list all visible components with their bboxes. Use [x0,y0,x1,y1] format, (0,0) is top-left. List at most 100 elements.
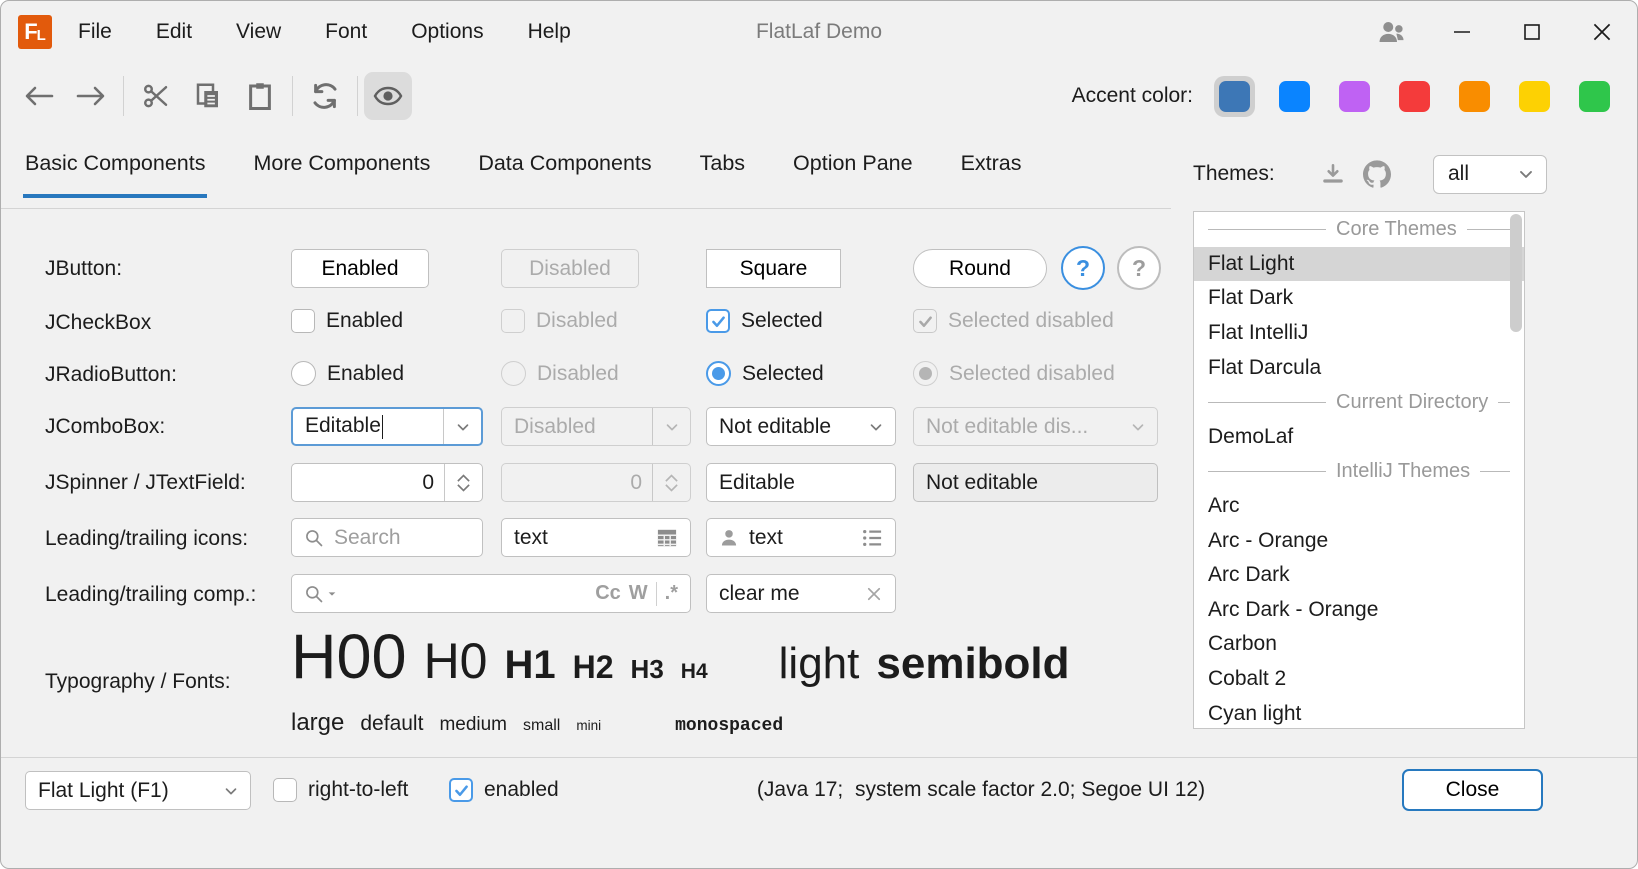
textfield-editable-value[interactable]: Editable [719,471,883,495]
accent-swatch-orange[interactable] [1454,76,1495,117]
accent-swatch-default[interactable] [1214,76,1255,117]
tab-option-pane[interactable]: Option Pane [793,151,913,198]
right-to-left-checkbox[interactable]: right-to-left [273,778,408,802]
theme-item-flat-light[interactable]: Flat Light [1194,247,1524,282]
chevron-down-icon[interactable] [212,772,250,809]
maximize-button[interactable] [1497,1,1567,63]
checkbox-box-checked[interactable] [449,778,473,802]
menu-view[interactable]: View [236,20,281,44]
theme-item-arc-dark-orange[interactable]: Arc Dark - Orange [1194,593,1524,628]
enabled-checkbox[interactable]: enabled [449,778,559,802]
help-button-plain[interactable]: ? [1117,246,1161,290]
spinner-enabled[interactable]: 0 [291,463,483,502]
heading-h1: H1 [505,643,556,688]
clearable-field-value[interactable]: clear me [719,582,855,606]
search-field[interactable]: Search [291,518,483,557]
regex-button[interactable]: .* [665,582,678,605]
radio-circle[interactable] [291,361,316,386]
spinner-value[interactable]: 0 [304,471,434,495]
checkbox-selected[interactable]: Selected [706,309,823,333]
menu-help[interactable]: Help [528,20,571,44]
themes-filter-combobox[interactable]: all [1433,155,1547,194]
spinner-buttons[interactable] [444,464,482,501]
text-field-with-user-icon[interactable]: text [706,518,896,557]
theme-list-scrollbar[interactable] [1510,214,1522,332]
download-icon[interactable] [1311,152,1355,196]
cut-icon[interactable] [130,72,182,120]
tab-data-components[interactable]: Data Components [478,151,651,198]
theme-item-arc[interactable]: Arc [1194,489,1524,524]
list-icon[interactable] [861,528,883,548]
tab-basic-components[interactable]: Basic Components [25,151,205,198]
accent-swatch-yellow[interactable] [1514,76,1555,117]
close-window-button[interactable] [1567,1,1637,63]
toolbar-separator [123,76,124,116]
chevron-down-icon[interactable] [443,409,481,444]
search-with-dropdown-icon[interactable] [304,584,337,604]
jbutton-enabled[interactable]: Enabled [291,249,429,288]
theme-item-carbon[interactable]: Carbon [1194,627,1524,662]
theme-item-demolaf[interactable]: DemoLaf [1194,420,1524,455]
search-field-with-options[interactable]: Cc W .* [291,574,691,613]
radio-circle-checked[interactable] [706,361,731,386]
radio-enabled[interactable]: Enabled [291,361,404,386]
checkbox-box-checked[interactable] [706,309,730,333]
help-button-primary[interactable]: ? [1061,246,1105,290]
whole-word-button[interactable]: W [629,582,648,605]
table-icon[interactable] [656,528,678,548]
tab-tabs[interactable]: Tabs [700,151,745,198]
theme-item-cobalt-2[interactable]: Cobalt 2 [1194,662,1524,697]
theme-item-cyan-light[interactable]: Cyan light [1194,696,1524,729]
combobox-editable-value[interactable]: Editable [293,414,443,438]
checkbox-box[interactable] [273,778,297,802]
tab-extras[interactable]: Extras [961,151,1022,198]
refresh-icon[interactable] [299,72,351,120]
accent-swatch-blue[interactable] [1274,76,1315,117]
menu-font[interactable]: Font [325,20,367,44]
text-field-value[interactable]: text [749,526,851,550]
textfield-editable[interactable]: Editable [706,463,896,502]
search-placeholder[interactable]: Search [334,526,470,550]
tab-more-components[interactable]: More Components [253,151,430,198]
menu-edit[interactable]: Edit [156,20,192,44]
theme-item-flat-intellij[interactable]: Flat IntelliJ [1194,316,1524,351]
back-button[interactable] [13,72,65,120]
theme-item-arc-dark[interactable]: Arc Dark [1194,558,1524,593]
radio-selected[interactable]: Selected [706,361,824,386]
chevron-up-icon[interactable] [456,473,471,483]
title-bar: FL File Edit View Font Options Help Flat… [1,1,1637,63]
combobox-editable[interactable]: Editable [291,407,483,446]
accent-swatch-green[interactable] [1574,76,1615,117]
text-field-with-table-icon[interactable]: text [501,518,691,557]
paste-icon[interactable] [234,72,286,120]
checkbox-box[interactable] [291,309,315,333]
copy-icon[interactable] [182,72,234,120]
lookandfeel-combobox[interactable]: Flat Light (F1) [25,771,251,810]
combobox-not-editable[interactable]: Not editable [706,407,896,446]
radio-disabled: Disabled [501,361,619,386]
jradiobutton-label: JRadioButton: [45,363,177,387]
jbutton-round[interactable]: Round [913,249,1047,288]
menu-options[interactable]: Options [411,20,483,44]
theme-item-flat-dark[interactable]: Flat Dark [1194,281,1524,316]
checkbox-enabled[interactable]: Enabled [291,309,403,333]
accent-swatch-purple[interactable] [1334,76,1375,117]
menu-file[interactable]: File [78,20,112,44]
chevron-down-icon[interactable] [857,408,895,445]
app-window: FL File Edit View Font Options Help Flat… [0,0,1638,869]
text-field-value[interactable]: text [514,526,646,550]
minimize-button[interactable] [1427,1,1497,63]
accent-swatch-red[interactable] [1394,76,1435,117]
clear-icon[interactable] [865,585,883,603]
theme-item-arc-orange[interactable]: Arc - Orange [1194,523,1524,558]
chevron-down-icon[interactable] [456,483,471,493]
github-icon[interactable] [1355,152,1399,196]
close-button[interactable]: Close [1402,769,1543,811]
jbutton-square[interactable]: Square [706,249,841,288]
theme-item-flat-darcula[interactable]: Flat Darcula [1194,350,1524,385]
users-icon[interactable] [1357,1,1427,63]
match-case-button[interactable]: Cc [595,582,621,605]
clearable-field[interactable]: clear me [706,574,896,613]
show-hidden-eye-toggle[interactable] [364,72,412,120]
forward-button[interactable] [65,72,117,120]
